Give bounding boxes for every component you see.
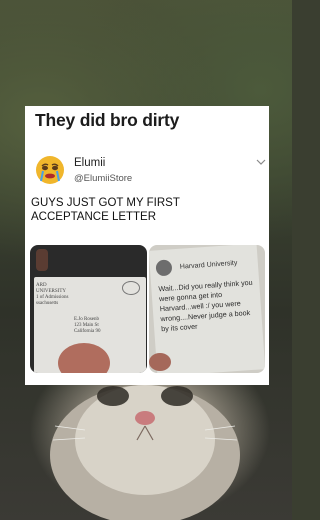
letter-photo[interactable]: Harvard University Wait...Did you really…: [149, 245, 265, 373]
postmark-icon: [122, 281, 140, 295]
letter-body: Wait...Did you really think you were gon…: [158, 277, 253, 334]
envelope-recipient-address: E.Jo Rosenb 123 Main St California 90: [74, 317, 101, 334]
tweet-text: GUYS JUST GOT MY FIRST ACCEPTANCE LETTER: [31, 197, 180, 223]
tweet-author-name[interactable]: Elumii: [74, 157, 105, 169]
emoji-avatar: [36, 156, 64, 184]
meme-caption: They did bro dirty: [35, 110, 180, 130]
meme-card: They did bro dirty Elumii @ElumiiStore G…: [25, 106, 269, 385]
envelope-photo[interactable]: ARD UNIVERSITY 1 of Admissions ssachuset…: [30, 245, 147, 373]
hand-shape: [149, 353, 171, 371]
chevron-down-icon[interactable]: [256, 158, 266, 166]
harvard-seal-icon: [155, 259, 173, 277]
letter-title: Harvard University: [179, 259, 238, 271]
envelope-return-address: ARD UNIVERSITY 1 of Admissions ssachuset…: [36, 283, 69, 306]
tweet-author-handle[interactable]: @ElumiiStore: [74, 173, 132, 184]
hand-shape: [36, 249, 48, 271]
